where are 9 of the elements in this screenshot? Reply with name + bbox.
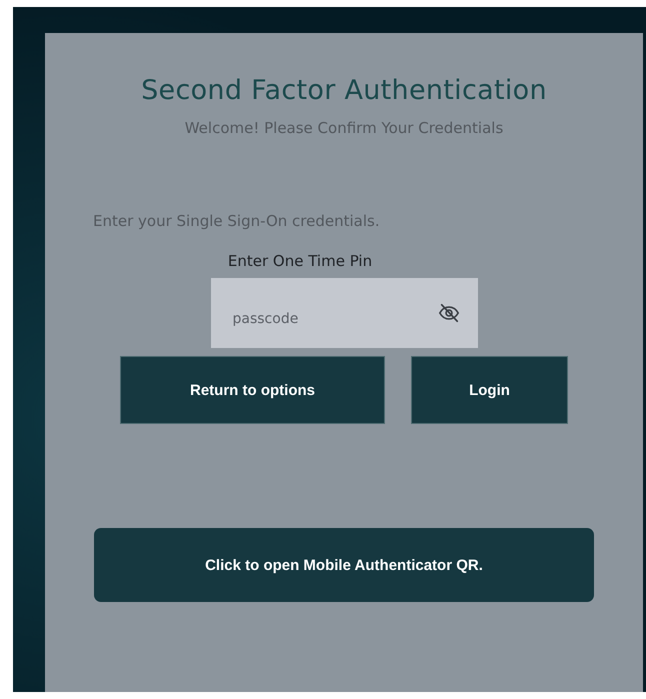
page-title: Second Factor Authentication xyxy=(141,75,547,106)
hidden-eye-icon[interactable] xyxy=(438,302,460,324)
subtitle: Welcome! Please Confirm Your Credentials xyxy=(184,119,504,137)
return-button[interactable]: Return to options xyxy=(120,356,385,424)
field-label: Enter One Time Pin xyxy=(228,252,372,270)
qr-button[interactable]: Click to open Mobile Authenticator QR. xyxy=(94,528,594,602)
passcode-field[interactable]: passcode xyxy=(210,278,478,348)
instruction-text: Enter your Single Sign-On credentials. xyxy=(93,212,380,230)
login-button[interactable]: Login xyxy=(411,356,568,424)
